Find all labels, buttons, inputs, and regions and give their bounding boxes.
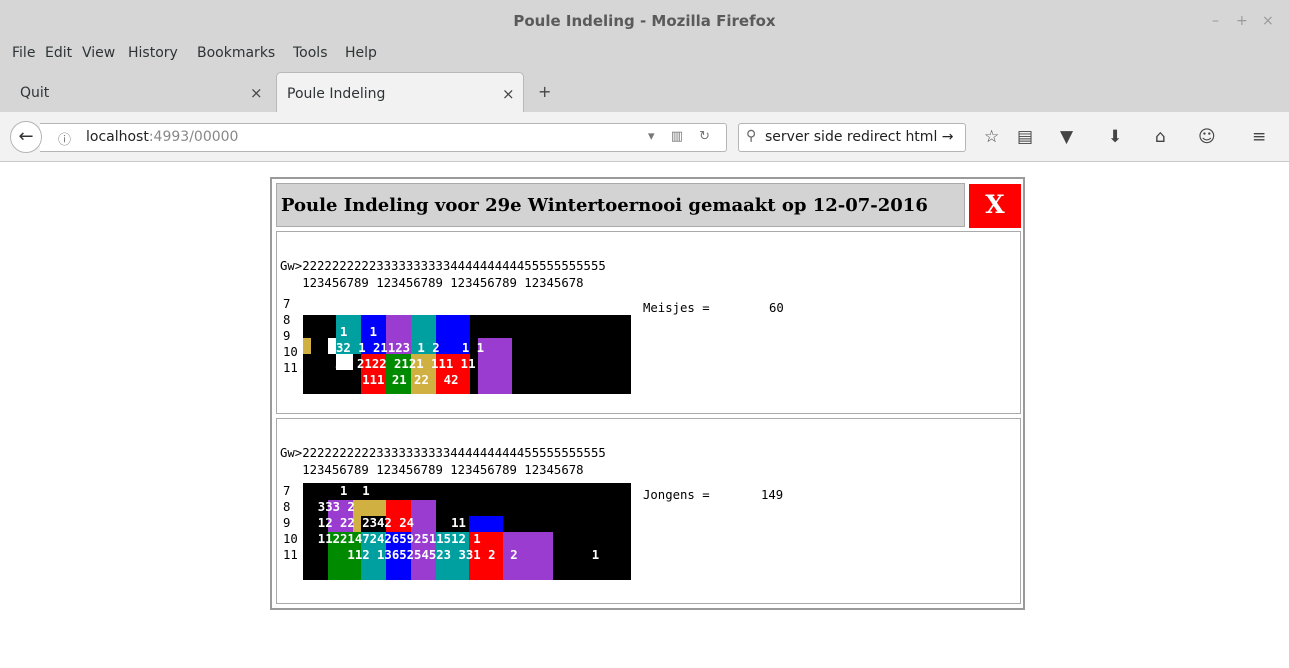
tab-quit[interactable]: Quit × (10, 72, 280, 112)
tab-bar: Quit × Poule Indeling × + (0, 68, 1289, 112)
bookmark-star-icon[interactable]: ☆ (984, 127, 999, 147)
grid-row-9: 32 1 21123 1 2 1 1 (336, 341, 485, 355)
close-button[interactable]: X (969, 184, 1021, 228)
hello-icon[interactable]: ☺ (1198, 127, 1216, 147)
window-title: Poule Indeling - Mozilla Firefox (513, 12, 776, 30)
age-row-labels: 7 8 9 10 11 (283, 484, 298, 562)
back-button-icon[interactable]: ← (10, 121, 42, 153)
search-input[interactable]: server side redirect html → (765, 129, 954, 145)
meisjes-label: Meisjes = (643, 301, 710, 315)
group-number-line: 123456789 123456789 123456789 12345678 (280, 276, 584, 290)
grid-cell (361, 500, 386, 516)
close-window-button[interactable]: × (1262, 13, 1274, 29)
menu-file[interactable]: File (12, 45, 35, 61)
group-header-line: Gw>2222222222333333333344444444445555555… (280, 446, 606, 460)
age-row-labels: 7 8 9 10 11 (283, 297, 298, 375)
site-info-icon[interactable]: ⓘ (58, 129, 71, 148)
jongens-label: Jongens = (643, 488, 710, 502)
navigation-bar: ⓘ localhost:4993/00000 ▾ ▥ ↻ ← ⚲ server … (0, 112, 1289, 162)
new-tab-icon[interactable]: + (538, 82, 551, 101)
tab-close-icon[interactable]: × (250, 84, 263, 102)
meisjes-count: 60 (769, 301, 784, 315)
grid-row-9: 12 22 2342 24 11 (303, 516, 466, 530)
search-icon: ⚲ (746, 128, 757, 144)
tab-poule-indeling[interactable]: Poule Indeling × (276, 72, 524, 112)
page-heading-bar: Poule Indeling voor 29e Wintertoernooi g… (276, 183, 965, 227)
search-bar[interactable]: ⚲ server side redirect html → (738, 123, 966, 152)
grid-cell (303, 338, 311, 354)
url-host: localhost (86, 129, 149, 145)
bookmarks-list-icon[interactable]: ▤ (1017, 127, 1033, 147)
section-jongens: Gw>2222222222333333333344444444445555555… (276, 418, 1021, 604)
home-icon[interactable]: ⌂ (1155, 127, 1166, 147)
url-bar[interactable]: ⓘ localhost:4993/00000 ▾ ▥ ↻ (40, 123, 727, 152)
menu-view[interactable]: View (82, 45, 115, 61)
grid-row-10: 11 2122 2121 111 11 (320, 357, 476, 371)
menu-bar: File Edit View History Bookmarks Tools H… (0, 40, 1289, 68)
maximize-button[interactable]: + (1236, 13, 1248, 29)
menu-history[interactable]: History (128, 45, 178, 61)
pocket-icon[interactable]: ▼ (1060, 127, 1073, 147)
reader-reload-icons[interactable]: ▾ ▥ ↻ (648, 129, 716, 144)
tab-label: Quit (20, 85, 50, 101)
menu-tools[interactable]: Tools (293, 45, 328, 61)
grid-cell (469, 516, 503, 532)
distribution-grid: 1 1 333 2 12 22 2342 24 11 1122147242659… (303, 483, 631, 580)
tab-close-icon[interactable]: × (502, 85, 515, 103)
poule-panel: Poule Indeling voor 29e Wintertoernooi g… (270, 177, 1025, 610)
menu-bookmarks[interactable]: Bookmarks (197, 45, 275, 61)
group-header-line: Gw>2222222222333333333344444444445555555… (280, 259, 606, 273)
url-text[interactable]: localhost:4993/00000 (86, 129, 238, 145)
grid-row-7: 1 1 (303, 484, 370, 498)
downloads-icon[interactable]: ⬇ (1108, 127, 1122, 147)
menu-icon[interactable]: ≡ (1252, 127, 1266, 147)
grid-cell (478, 354, 512, 394)
menu-edit[interactable]: Edit (45, 45, 72, 61)
url-path: :4993/00000 (148, 129, 239, 145)
window-titlebar: Poule Indeling - Mozilla Firefox – + × (0, 0, 1289, 40)
grid-cell (328, 338, 336, 354)
minimize-button[interactable]: – (1212, 13, 1219, 29)
grid-row-8: 1 1 (303, 325, 378, 339)
grid-row-10: 11221472426592511512 1 (303, 532, 481, 546)
grid-row-11: 111 21 22 42 (303, 373, 459, 387)
page-title: Poule Indeling voor 29e Wintertoernooi g… (281, 195, 928, 216)
group-number-line: 123456789 123456789 123456789 12345678 (280, 463, 584, 477)
jongens-count: 149 (761, 488, 784, 502)
grid-row-11: 112 1365254523 331 2 2 1 (303, 548, 600, 562)
section-meisjes: Gw>2222222222333333333344444444445555555… (276, 231, 1021, 414)
menu-help[interactable]: Help (345, 45, 377, 61)
tab-label: Poule Indeling (287, 86, 386, 102)
distribution-grid: 1 1 32 1 21123 1 2 1 1 11 2122 2121 111 … (303, 315, 631, 394)
grid-row-8: 333 2 (303, 500, 355, 514)
